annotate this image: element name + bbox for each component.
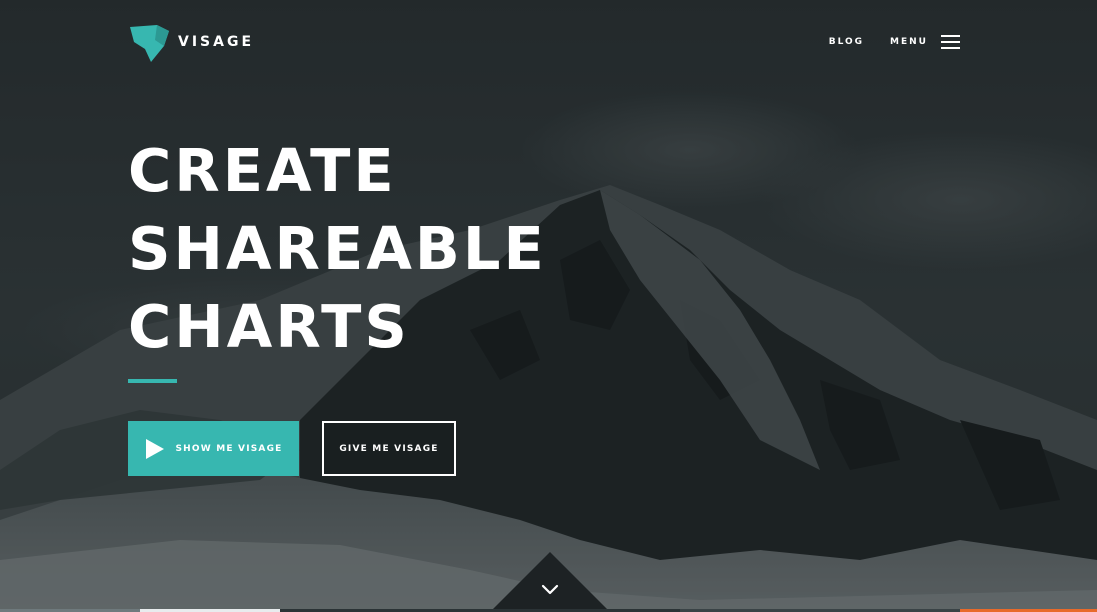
show-me-visage-button[interactable]: SHOW ME VISAGE [128,421,299,476]
play-icon [144,438,175,459]
give-me-visage-button[interactable]: GIVE ME VISAGE [322,421,456,476]
brand-name: VISAGE [178,34,255,50]
headline-line-2: SHAREABLE [128,214,547,283]
nav-blog-link[interactable]: BLOG [829,37,864,47]
brand-logo-link[interactable]: VISAGE [129,22,254,62]
headline-line-1: CREATE [128,136,397,205]
nav-menu-button[interactable]: MENU [890,35,960,49]
scroll-down-button[interactable] [490,549,610,612]
hamburger-menu-icon [941,35,960,49]
hero-section: VISAGE BLOG MENU CREATE SHAREABLE CHARTS… [0,0,1097,612]
accent-divider [128,379,177,383]
nav-menu-label: MENU [890,37,928,47]
give-me-visage-label: GIVE ME VISAGE [339,443,439,454]
top-nav: BLOG MENU [829,35,960,49]
visage-shield-logo-icon [129,22,169,62]
hero-headline: CREATE SHAREABLE CHARTS [128,132,547,366]
headline-line-3: CHARTS [128,292,410,361]
show-me-visage-label: SHOW ME VISAGE [175,443,283,454]
